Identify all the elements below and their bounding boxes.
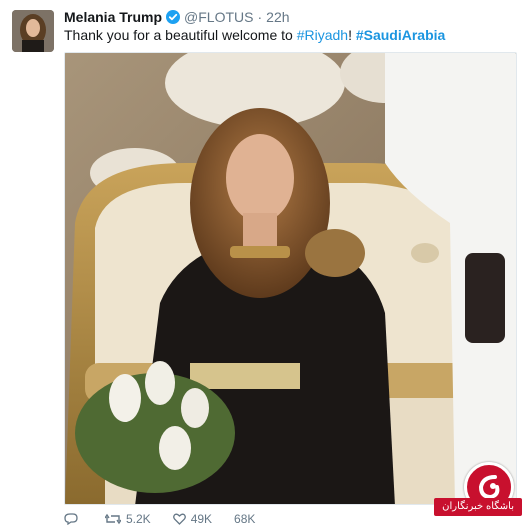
verified-badge-icon — [166, 10, 181, 24]
author-handle[interactable]: @FLOTUS — [184, 9, 253, 25]
like-count: 49K — [190, 512, 213, 526]
extra-count: 68K — [234, 512, 256, 526]
hashtag-saudiarabia-link[interactable]: #SaudiArabia — [356, 27, 445, 43]
retweet-count: 5.2K — [126, 512, 151, 526]
more-action-button[interactable]: 68K — [234, 512, 255, 526]
retweet-icon — [105, 513, 121, 525]
tweet-text: Thank you for a beautiful welcome to #Ri… — [64, 26, 445, 44]
like-button[interactable]: 49K — [172, 512, 213, 526]
retweet-button[interactable]: 5.2K — [105, 512, 151, 526]
tweet-photo[interactable] — [64, 52, 517, 505]
reply-button[interactable] — [64, 512, 83, 526]
author-avatar[interactable] — [12, 10, 54, 52]
photo-illustration — [65, 53, 516, 504]
tweet-header: Melania Trump @FLOTUS · 22h — [64, 8, 290, 26]
watermark-text: باشگاه خبرنگاران — [434, 498, 522, 516]
author-name[interactable]: Melania Trump — [64, 9, 162, 25]
reply-icon — [64, 513, 78, 525]
tweet-card: Melania Trump @FLOTUS · 22h Thank you fo… — [0, 0, 528, 526]
tweet-text-prefix: Thank you for a beautiful welcome to — [64, 27, 297, 43]
tweet-text-mid: ! — [348, 27, 356, 43]
tweet-actions: 5.2K 49K 68K — [64, 512, 255, 526]
tweet-timestamp[interactable]: 22h — [266, 9, 289, 25]
heart-icon — [172, 513, 186, 525]
watermark-logo: باشگاه خبرنگاران — [402, 462, 522, 522]
meta-separator: · — [257, 9, 263, 25]
hashtag-riyadh-link[interactable]: #Riyadh — [297, 27, 348, 43]
